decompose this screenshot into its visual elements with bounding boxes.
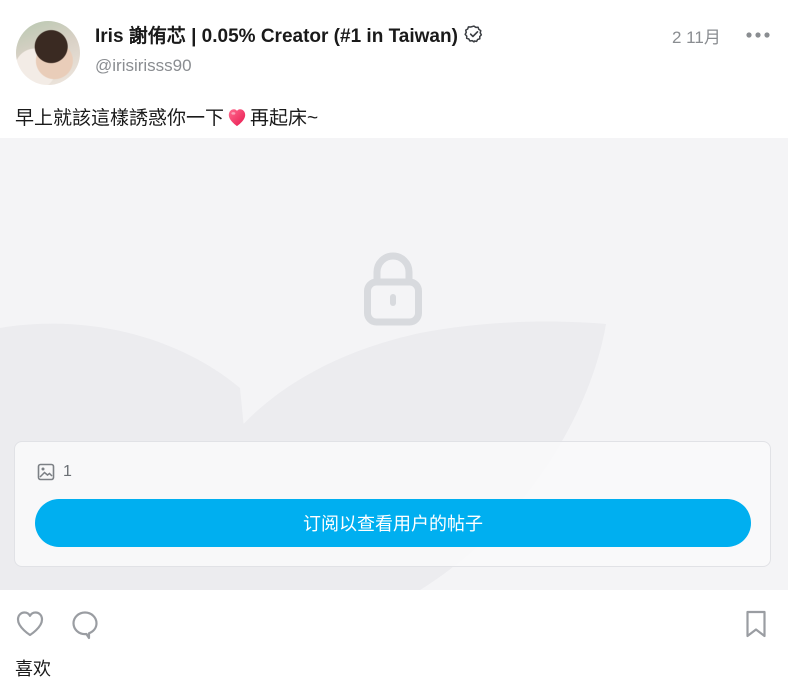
media-count: 1 (37, 463, 72, 481)
likes-label[interactable]: 喜欢 (15, 655, 51, 681)
subscribe-card: 1 订阅以查看用户的帖子 (14, 441, 771, 567)
comment-bubble-icon[interactable] (70, 609, 100, 641)
avatar[interactable] (16, 21, 80, 85)
post-header: Iris 謝侑芯 | 0.05% Creator (#1 in Taiwan) … (0, 0, 788, 100)
post-actions (0, 600, 788, 650)
post-date[interactable]: 2 11月 (672, 23, 721, 48)
lock-icon (364, 252, 422, 326)
post-caption: 早上就該這樣誘惑你一下 再起床~ (15, 103, 318, 130)
caption-text-end: 再起床~ (250, 108, 319, 129)
image-icon (37, 463, 55, 481)
more-horizontal-icon[interactable] (744, 25, 772, 45)
author-name[interactable]: Iris 謝侑芯 | 0.05% Creator (#1 in Taiwan) (95, 21, 458, 48)
locked-media: 1 订阅以查看用户的帖子 (0, 138, 788, 590)
author-name-row[interactable]: Iris 謝侑芯 | 0.05% Creator (#1 in Taiwan) (95, 21, 484, 47)
bookmark-icon[interactable] (742, 609, 770, 639)
author-handle[interactable]: @irisirisss90 (95, 56, 192, 76)
heart-outline-icon[interactable] (15, 609, 45, 639)
heart-emoji-icon (228, 109, 246, 127)
verified-badge-icon (464, 25, 482, 43)
image-count: 1 (63, 463, 72, 480)
caption-text-start: 早上就該這樣誘惑你一下 (15, 108, 225, 129)
subscribe-button[interactable]: 订阅以查看用户的帖子 (35, 499, 751, 547)
